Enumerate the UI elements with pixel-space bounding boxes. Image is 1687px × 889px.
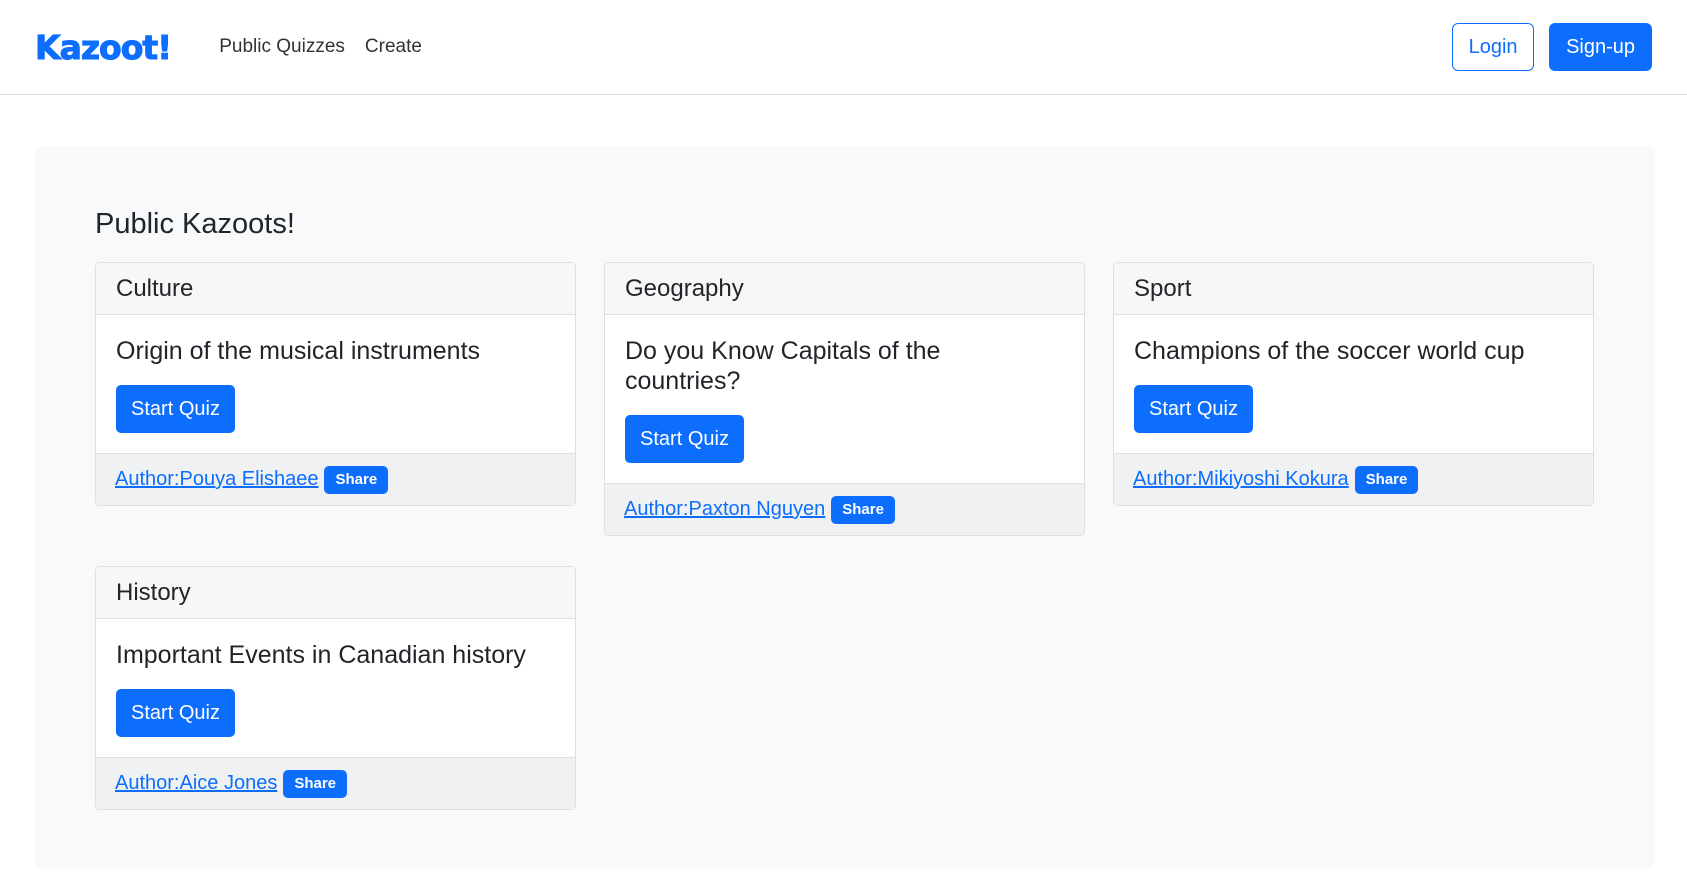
quiz-card-sport: Sport Champions of the soccer world cup …	[1113, 262, 1594, 506]
quiz-title: Important Events in Canadian history	[116, 641, 526, 669]
card-footer: Author:Aice Jones Share	[96, 757, 575, 809]
page-title: Public Kazoots!	[95, 208, 295, 240]
start-quiz-button[interactable]: Start Quiz	[1134, 385, 1253, 433]
card-category: Sport	[1114, 263, 1593, 315]
card-category: History	[96, 567, 575, 619]
card-body: Important Events in Canadian history Sta…	[96, 619, 575, 757]
quiz-title: Origin of the musical instruments	[116, 337, 481, 365]
quiz-card-geography: Geography Do you Know Capitals of the co…	[604, 262, 1085, 536]
card-body: Do you Know Capitals of the countries? S…	[605, 315, 1084, 483]
start-quiz-button[interactable]: Start Quiz	[625, 415, 744, 463]
quiz-card-culture: Culture Origin of the musical instrument…	[95, 262, 576, 506]
card-category: Culture	[96, 263, 575, 315]
author-link[interactable]: Author:Paxton Nguyen	[624, 498, 825, 521]
brand-logo[interactable]: Kazoot!	[34, 27, 172, 67]
nav-link-create[interactable]: Create	[365, 36, 422, 58]
card-footer: Author:Paxton Nguyen Share	[605, 483, 1084, 535]
quiz-title: Champions of the soccer world cup	[1134, 337, 1525, 365]
card-body: Origin of the musical instruments Start …	[96, 315, 575, 453]
author-link[interactable]: Author:Aice Jones	[115, 772, 277, 795]
share-button[interactable]: Share	[324, 465, 389, 494]
share-button[interactable]: Share	[1354, 465, 1419, 494]
author-link[interactable]: Author:Pouya Elishaee	[115, 468, 318, 491]
nav-auth-group: Login Sign-up	[1452, 23, 1652, 71]
share-button[interactable]: Share	[831, 495, 895, 524]
quiz-list-panel: Public Kazoots! Culture Origin of the mu…	[35, 146, 1655, 869]
signup-button[interactable]: Sign-up	[1549, 23, 1652, 71]
login-button[interactable]: Login	[1452, 23, 1535, 71]
nav-link-public-quizzes[interactable]: Public Quizzes	[219, 36, 345, 58]
start-quiz-button[interactable]: Start Quiz	[116, 385, 235, 433]
share-button[interactable]: Share	[283, 769, 348, 798]
card-footer: Author:Mikiyoshi Kokura Share	[1114, 453, 1593, 505]
quiz-title: Do you Know Capitals of the countries?	[625, 337, 941, 395]
author-link[interactable]: Author:Mikiyoshi Kokura	[1133, 468, 1349, 491]
start-quiz-button[interactable]: Start Quiz	[116, 689, 235, 737]
quiz-card-history: History Important Events in Canadian his…	[95, 566, 576, 810]
card-category: Geography	[605, 263, 1084, 315]
card-body: Champions of the soccer world cup Start …	[1114, 315, 1593, 453]
top-navbar: Kazoot! Public Quizzes Create Login Sign…	[0, 0, 1687, 95]
card-footer: Author:Pouya Elishaee Share	[96, 453, 575, 505]
